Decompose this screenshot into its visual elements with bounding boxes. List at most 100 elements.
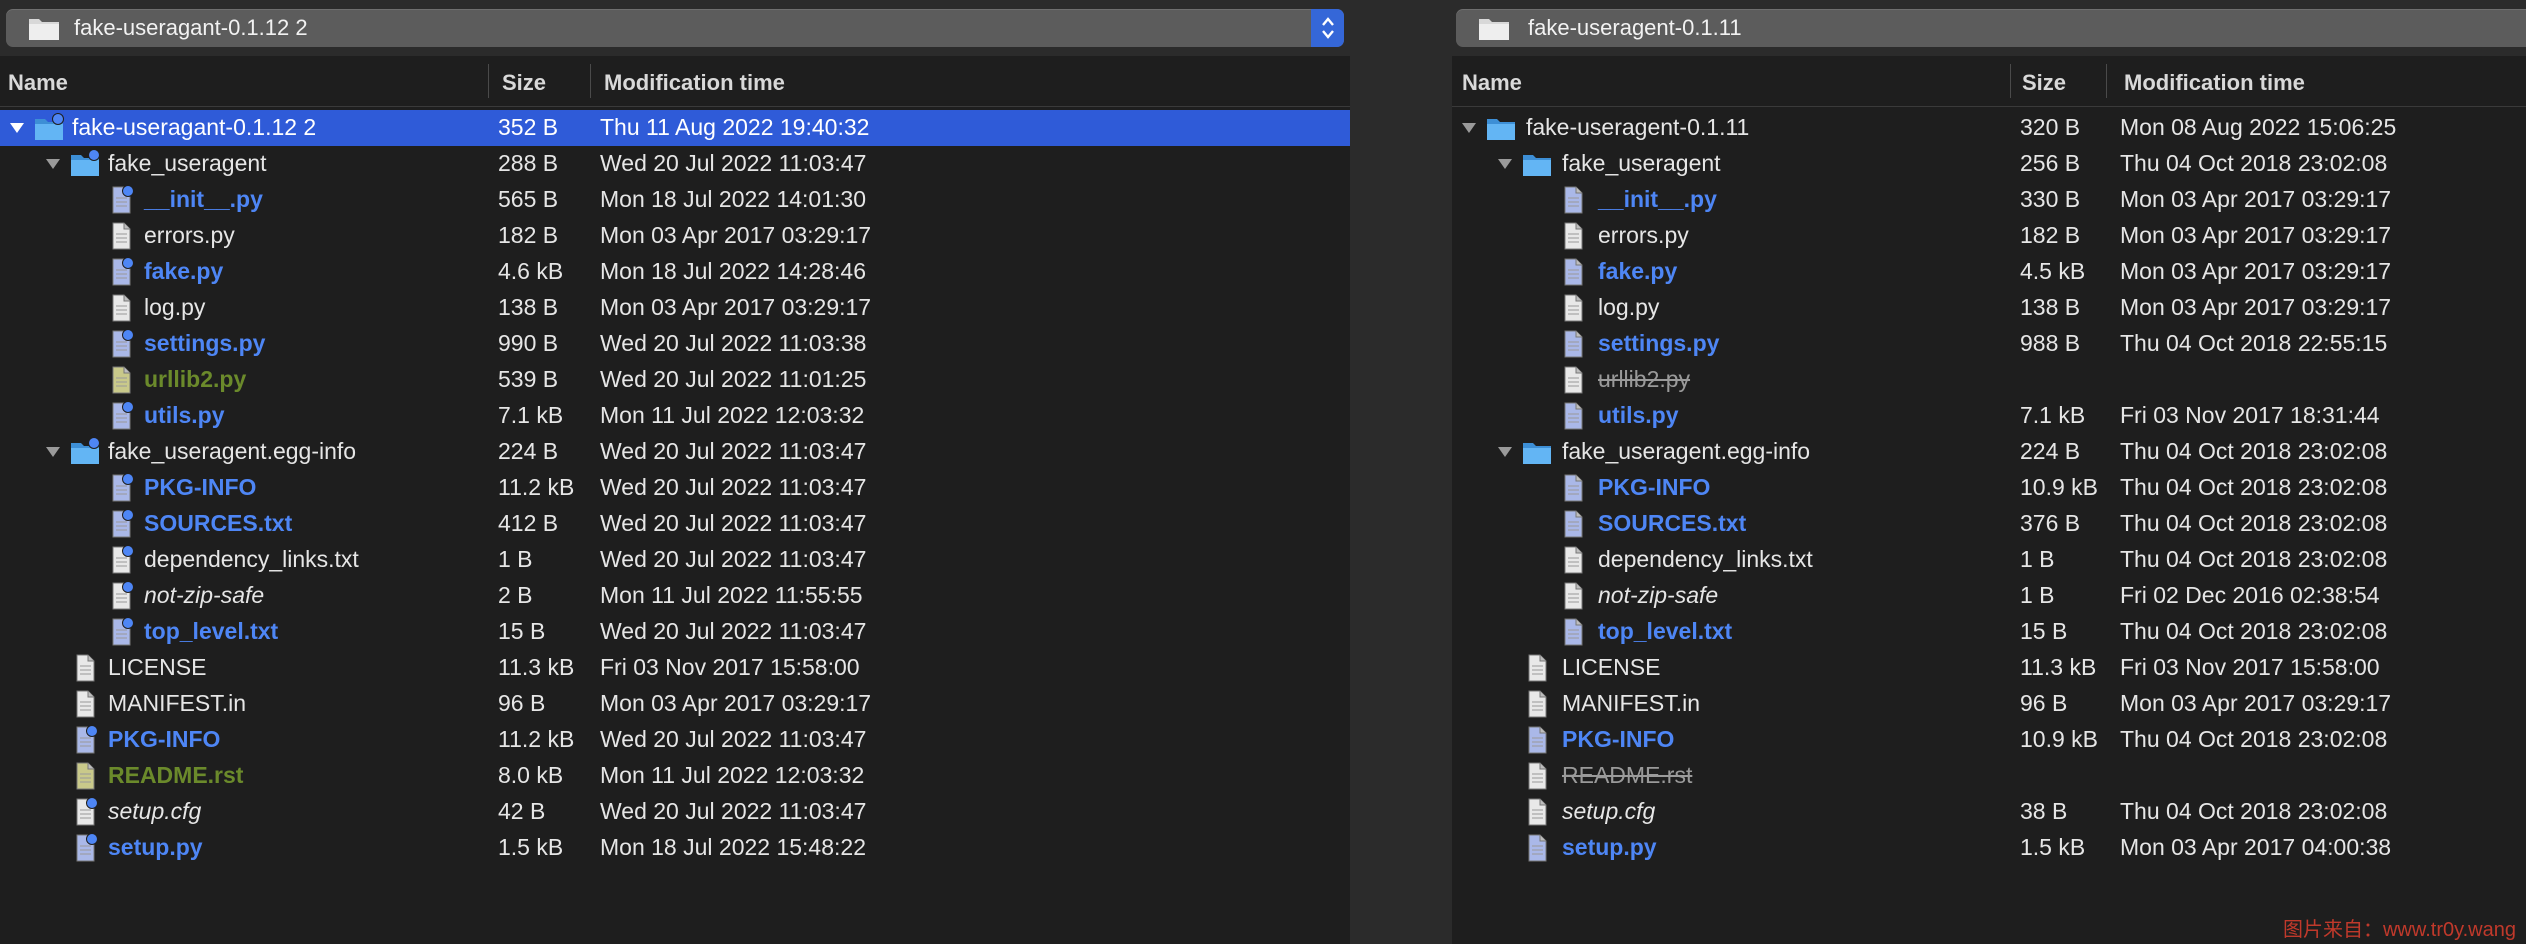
disclosure-triangle-icon[interactable] xyxy=(1496,146,1514,182)
file-row[interactable]: fake.py 4.5 kB Mon 03 Apr 2017 03:29:17 xyxy=(1452,254,2526,290)
disclosure-triangle-icon[interactable] xyxy=(8,110,26,146)
item-modification-time: Thu 04 Oct 2018 23:02:08 xyxy=(2120,726,2388,752)
item-size: 182 B xyxy=(498,222,559,248)
file-icon xyxy=(106,257,136,287)
file-row[interactable]: log.py 138 B Mon 03 Apr 2017 03:29:17 xyxy=(0,290,1350,326)
folder-icon xyxy=(1522,149,1552,179)
file-row[interactable]: PKG-INFO 10.9 kB Thu 04 Oct 2018 23:02:08 xyxy=(1452,470,2526,506)
file-icon xyxy=(70,761,100,791)
file-row[interactable]: top_level.txt 15 B Wed 20 Jul 2022 11:03:4… xyxy=(0,614,1350,650)
file-row[interactable]: utils.py 7.1 kB Fri 03 Nov 2017 18:31:44 xyxy=(1452,398,2526,434)
column-separator[interactable] xyxy=(2106,64,2107,98)
item-modification-time: Mon 03 Apr 2017 03:29:17 xyxy=(2120,294,2392,320)
file-row[interactable]: urllib2.py xyxy=(1452,362,2526,398)
item-modification-time: Fri 02 Dec 2016 02:38:54 xyxy=(2120,582,2380,608)
disclosure-triangle-icon[interactable] xyxy=(44,146,62,182)
file-icon xyxy=(106,365,136,395)
file-row[interactable]: setup.cfg 42 B Wed 20 Jul 2022 11:03:47 xyxy=(0,794,1350,830)
file-icon xyxy=(1558,329,1588,359)
file-row[interactable]: SOURCES.txt 376 B Thu 04 Oct 2018 23:02:08 xyxy=(1452,506,2526,542)
file-row[interactable]: SOURCES.txt 412 B Wed 20 Jul 2022 11:03:47 xyxy=(0,506,1350,542)
file-row[interactable]: __init__.py 330 B Mon 03 Apr 2017 03:29:17 xyxy=(1452,182,2526,218)
file-row[interactable]: not-zip-safe 1 B Fri 02 Dec 2016 02:38:54 xyxy=(1452,578,2526,614)
folder-row[interactable]: fake-useragent-0.1.11 320 B Mon 08 Aug 202… xyxy=(1452,110,2526,146)
column-header-size[interactable]: Size xyxy=(502,70,546,96)
file-row[interactable]: LICENSE 11.3 kB Fri 03 Nov 2017 15:58:00 xyxy=(0,650,1350,686)
folder-row[interactable]: fake-useragant-0.1.12 2 352 B Thu 11 Aug 2… xyxy=(0,110,1350,146)
item-size: 8.0 kB xyxy=(498,762,564,788)
disclosure-triangle-icon[interactable] xyxy=(1460,110,1478,146)
file-row[interactable]: __init__.py 565 B Mon 18 Jul 2022 14:01:30 xyxy=(0,182,1350,218)
disclosure-triangle-icon[interactable] xyxy=(44,434,62,470)
file-icon xyxy=(1522,761,1552,791)
file-row[interactable]: dependency_links.txt 1 B Wed 20 Jul 2022 1… xyxy=(0,542,1350,578)
file-icon xyxy=(1558,257,1588,287)
file-row[interactable]: fake.py 4.6 kB Mon 18 Jul 2022 14:28:46 xyxy=(0,254,1350,290)
file-icon xyxy=(1558,185,1588,215)
file-row[interactable]: not-zip-safe 2 B Mon 11 Jul 2022 11:55:55 xyxy=(0,578,1350,614)
column-separator[interactable] xyxy=(488,64,489,98)
column-separator[interactable] xyxy=(2010,64,2011,98)
column-separator[interactable] xyxy=(590,64,591,98)
file-row[interactable]: dependency_links.txt 1 B Thu 04 Oct 2018 2… xyxy=(1452,542,2526,578)
item-name: log.py xyxy=(1598,294,1660,320)
file-icon xyxy=(70,797,100,827)
file-row[interactable]: urllib2.py 539 B Wed 20 Jul 2022 11:01:25 xyxy=(0,362,1350,398)
item-name: errors.py xyxy=(1598,222,1689,248)
column-header-size[interactable]: Size xyxy=(2022,70,2066,96)
item-size: 988 B xyxy=(2020,330,2081,356)
file-icon xyxy=(70,653,100,683)
file-row[interactable]: top_level.txt 15 B Thu 04 Oct 2018 23:02:0… xyxy=(1452,614,2526,650)
item-size: 182 B xyxy=(2020,222,2081,248)
file-row[interactable]: settings.py 988 B Thu 04 Oct 2018 22:55:15 xyxy=(1452,326,2526,362)
file-row[interactable]: MANIFEST.in 96 B Mon 03 Apr 2017 03:29:17 xyxy=(0,686,1350,722)
item-name: fake_useragent.egg-info xyxy=(108,438,357,464)
file-row[interactable]: settings.py 990 B Wed 20 Jul 2022 11:03:38 xyxy=(0,326,1350,362)
file-row[interactable]: setup.py 1.5 kB Mon 18 Jul 2022 15:48:22 xyxy=(0,830,1350,866)
disclosure-triangle-icon[interactable] xyxy=(1496,434,1514,470)
file-row[interactable]: utils.py 7.1 kB Mon 11 Jul 2022 12:03:32 xyxy=(0,398,1350,434)
file-row[interactable]: MANIFEST.in 96 B Mon 03 Apr 2017 03:29:17 xyxy=(1452,686,2526,722)
file-icon xyxy=(1522,725,1552,755)
item-modification-time: Mon 18 Jul 2022 15:48:22 xyxy=(600,834,866,860)
right-file-tree: fake-useragent-0.1.11 320 B Mon 08 Aug 202… xyxy=(1452,110,2526,866)
file-row[interactable]: PKG-INFO 11.2 kB Wed 20 Jul 2022 11:03:47 xyxy=(0,722,1350,758)
file-row[interactable]: setup.py 1.5 kB Mon 03 Apr 2017 04:00:38 xyxy=(1452,830,2526,866)
folder-icon xyxy=(70,437,100,467)
folder-row[interactable]: fake_useragent 288 B Wed 20 Jul 2022 11:03… xyxy=(0,146,1350,182)
left-path-selector[interactable]: fake-useragant-0.1.12 2 xyxy=(6,9,1344,47)
item-name: PKG-INFO xyxy=(144,474,257,500)
column-header-modification-time[interactable]: Modification time xyxy=(604,70,785,96)
folder-row[interactable]: fake_useragent.egg-info 224 B Wed 20 Jul 2… xyxy=(0,434,1350,470)
file-row[interactable]: README.rst 8.0 kB Mon 11 Jul 2022 12:03:32 xyxy=(0,758,1350,794)
item-name: settings.py xyxy=(1598,330,1720,356)
file-row[interactable]: README.rst xyxy=(1452,758,2526,794)
item-size: 38 B xyxy=(2020,798,2068,824)
file-icon xyxy=(1558,545,1588,575)
column-header-modification-time[interactable]: Modification time xyxy=(2124,70,2305,96)
file-row[interactable]: PKG-INFO 11.2 kB Wed 20 Jul 2022 11:03:47 xyxy=(0,470,1350,506)
column-header-name[interactable]: Name xyxy=(1462,70,1522,96)
folder-row[interactable]: fake_useragent 256 B Thu 04 Oct 2018 23:02… xyxy=(1452,146,2526,182)
file-row[interactable]: PKG-INFO 10.9 kB Thu 04 Oct 2018 23:02:08 xyxy=(1452,722,2526,758)
pane-divider[interactable] xyxy=(1350,0,1452,944)
item-name: MANIFEST.in xyxy=(1562,690,1701,716)
file-row[interactable]: setup.cfg 38 B Thu 04 Oct 2018 23:02:08 xyxy=(1452,794,2526,830)
item-size: 320 B xyxy=(2020,114,2081,140)
column-header-name[interactable]: Name xyxy=(8,70,68,96)
item-name: fake.py xyxy=(1598,258,1678,284)
file-row[interactable]: errors.py 182 B Mon 03 Apr 2017 03:29:17 xyxy=(0,218,1350,254)
folder-row[interactable]: fake_useragent.egg-info 224 B Thu 04 Oct 2… xyxy=(1452,434,2526,470)
item-name: setup.py xyxy=(1562,834,1657,860)
file-icon xyxy=(1558,401,1588,431)
item-modification-time: Mon 18 Jul 2022 14:01:30 xyxy=(600,186,866,212)
path-stepper-icon[interactable] xyxy=(1311,9,1344,47)
right-path-selector[interactable]: fake-useragent-0.1.11 xyxy=(1456,9,2526,47)
item-modification-time: Mon 03 Apr 2017 03:29:17 xyxy=(600,294,872,320)
item-modification-time: Thu 04 Oct 2018 23:02:08 xyxy=(2120,510,2388,536)
file-icon xyxy=(106,545,136,575)
file-row[interactable]: log.py 138 B Mon 03 Apr 2017 03:29:17 xyxy=(1452,290,2526,326)
file-row[interactable]: errors.py 182 B Mon 03 Apr 2017 03:29:17 xyxy=(1452,218,2526,254)
file-icon xyxy=(1558,293,1588,323)
file-row[interactable]: LICENSE 11.3 kB Fri 03 Nov 2017 15:58:00 xyxy=(1452,650,2526,686)
